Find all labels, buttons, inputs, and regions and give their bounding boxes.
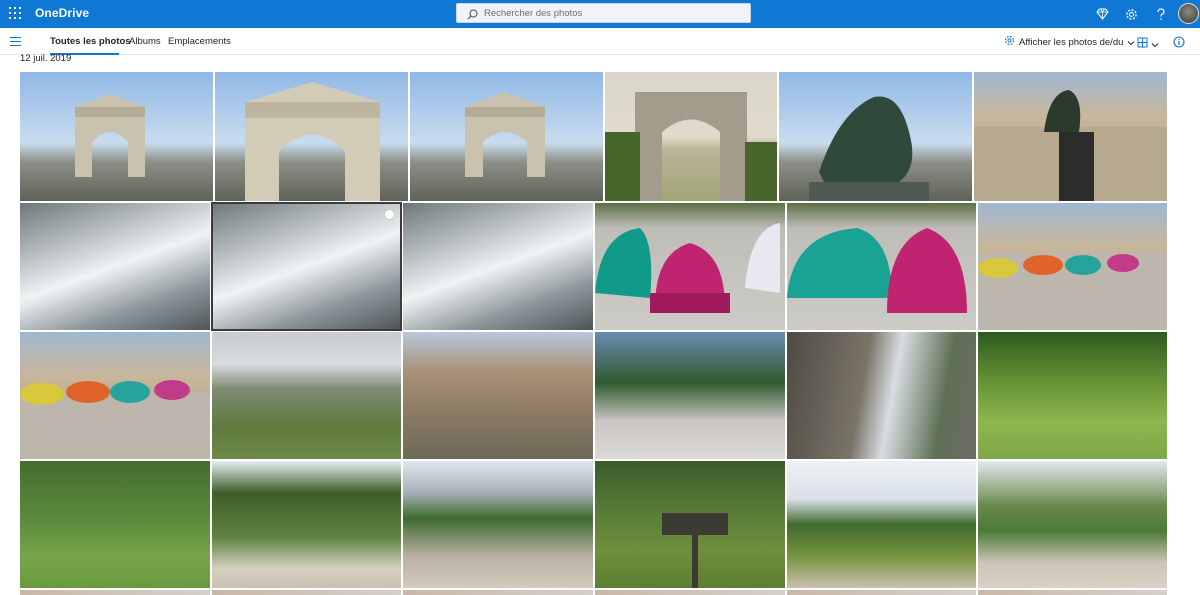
photo-tile[interactable] bbox=[20, 332, 210, 459]
photo-tile[interactable] bbox=[403, 461, 593, 588]
photo-tile[interactable] bbox=[605, 72, 777, 201]
photo-tile[interactable] bbox=[403, 203, 593, 330]
photo-tile[interactable] bbox=[403, 590, 593, 595]
photo-tile[interactable] bbox=[20, 72, 213, 201]
photo-tile[interactable] bbox=[787, 332, 976, 459]
photo-tile[interactable] bbox=[215, 72, 408, 201]
selection-checkbox[interactable] bbox=[384, 209, 395, 220]
photo-tile-selected[interactable] bbox=[211, 202, 402, 331]
photo-tile[interactable] bbox=[787, 203, 976, 330]
photo-tile[interactable] bbox=[595, 203, 785, 330]
photo-tile[interactable] bbox=[20, 203, 210, 330]
photo-tile[interactable] bbox=[779, 72, 972, 201]
photo-tile[interactable] bbox=[978, 203, 1167, 330]
photo-tile[interactable] bbox=[595, 461, 785, 588]
photo-tile[interactable] bbox=[787, 590, 976, 595]
photo-tile[interactable] bbox=[212, 590, 401, 595]
photo-tile[interactable] bbox=[978, 590, 1167, 595]
photo-tile[interactable] bbox=[212, 332, 401, 459]
photo-grid bbox=[0, 0, 1200, 595]
photo-tile[interactable] bbox=[410, 72, 603, 201]
photo-tile[interactable] bbox=[20, 590, 210, 595]
photo-tile[interactable] bbox=[978, 461, 1167, 588]
photo-tile[interactable] bbox=[595, 590, 785, 595]
photo-tile[interactable] bbox=[787, 461, 976, 588]
photo-tile[interactable] bbox=[974, 72, 1167, 201]
photo-tile[interactable] bbox=[595, 332, 785, 459]
photo-tile[interactable] bbox=[212, 461, 401, 588]
photo-tile[interactable] bbox=[20, 461, 210, 588]
photo-tile[interactable] bbox=[978, 332, 1167, 459]
photo-tile[interactable] bbox=[403, 332, 593, 459]
